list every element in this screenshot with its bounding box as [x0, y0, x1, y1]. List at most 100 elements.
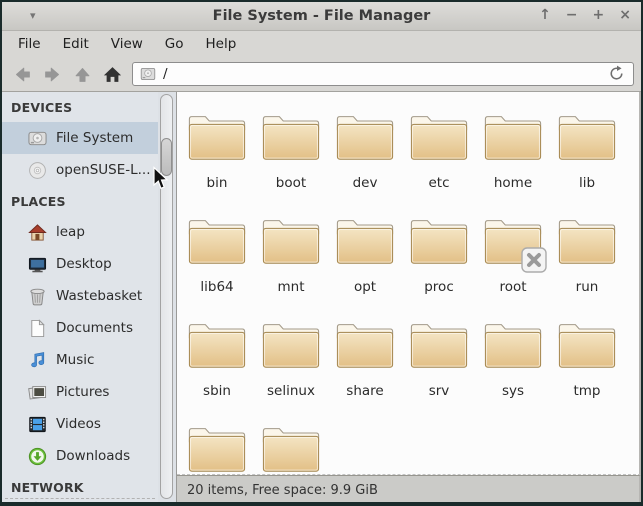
toolbar-up-button[interactable]	[67, 61, 97, 87]
menu-go[interactable]: Go	[154, 36, 195, 52]
sidebar-leap[interactable]: leap	[2, 216, 158, 248]
drive-icon	[140, 66, 156, 82]
folder-root[interactable]: root	[476, 214, 550, 318]
menu-edit[interactable]: Edit	[52, 36, 100, 52]
sidebar-downloads[interactable]: Downloads	[2, 440, 158, 472]
globe-icon	[27, 501, 45, 504]
maximize-icon[interactable]: +	[593, 2, 605, 29]
location-bar[interactable]: /	[132, 62, 634, 86]
folder-selinux[interactable]: selinux	[254, 318, 328, 422]
file-manager-window: ▾ File System - File Manager ↑−+× FileEd…	[0, 0, 643, 506]
back-icon	[12, 64, 32, 84]
location-path: /	[163, 66, 168, 82]
folder-sbin[interactable]: sbin	[180, 318, 254, 422]
toolbar-home-button[interactable]	[97, 61, 127, 87]
folder-grid: bin boot dev etc home	[177, 92, 639, 475]
content-area: DEVICES File System openSUSE-L... PLACES…	[2, 92, 641, 504]
sidebar-wastebasket[interactable]: Wastebasket	[2, 280, 158, 312]
monitor-icon	[27, 254, 47, 274]
folder-icon	[186, 318, 248, 371]
folder-icon	[556, 318, 618, 371]
scrollbar-thumb[interactable]	[161, 138, 172, 176]
folder-lib[interactable]: lib	[550, 110, 624, 214]
forward-icon	[42, 64, 62, 84]
network-item-partial[interactable]	[5, 498, 155, 504]
folder-sys[interactable]: sys	[476, 318, 550, 422]
folder-icon	[334, 318, 396, 371]
hard-drive-icon	[27, 128, 47, 148]
document-icon	[27, 318, 47, 338]
folder-icon	[482, 318, 544, 371]
sidebar-documents[interactable]: Documents	[2, 312, 158, 344]
optical-disc-icon	[27, 160, 47, 180]
folder-icon	[260, 110, 322, 163]
main-column: bin boot dev etc home	[177, 92, 641, 504]
window-controls: ↑−+ ×	[539, 2, 631, 29]
music-note-icon	[27, 350, 47, 370]
menubar: FileEditViewGoHelp	[2, 31, 641, 57]
home-icon	[102, 64, 122, 84]
sidebar-header-devices: DEVICES	[2, 92, 158, 122]
folder-unnamed[interactable]	[180, 422, 254, 475]
folder-icon	[482, 110, 544, 163]
folder-icon	[408, 214, 470, 267]
trash-icon	[27, 286, 47, 306]
toolbar: /	[2, 57, 641, 92]
folder-icon	[186, 110, 248, 163]
no-access-emblem-icon	[521, 247, 547, 273]
folder-icon	[186, 422, 248, 475]
folder-icon-view[interactable]: bin boot dev etc home	[177, 92, 641, 475]
folder-icon	[556, 110, 618, 163]
close-icon[interactable]: ×	[619, 2, 631, 29]
folder-srv[interactable]: srv	[402, 318, 476, 422]
folder-share[interactable]: share	[328, 318, 402, 422]
up-icon	[72, 64, 92, 84]
sidebar-scrollbar[interactable]	[158, 92, 177, 504]
folder-home[interactable]: home	[476, 110, 550, 214]
sidebar-videos[interactable]: Videos	[2, 408, 158, 440]
menu-file[interactable]: File	[7, 36, 52, 52]
folder-unnamed[interactable]	[254, 422, 328, 475]
refresh-icon[interactable]	[608, 65, 626, 83]
sidebar-opensuse-l[interactable]: openSUSE-L...	[2, 154, 158, 186]
folder-boot[interactable]: boot	[254, 110, 328, 214]
folder-run[interactable]: run	[550, 214, 624, 318]
picture-icon	[27, 382, 47, 402]
shade-window-icon[interactable]: ↑	[539, 2, 551, 29]
sidebar-header-places: PLACES	[2, 186, 158, 216]
folder-bin[interactable]: bin	[180, 110, 254, 214]
download-icon	[27, 446, 47, 466]
folder-icon	[334, 214, 396, 267]
folder-lib64[interactable]: lib64	[180, 214, 254, 318]
minimize-icon[interactable]: −	[566, 2, 578, 29]
folder-mnt[interactable]: mnt	[254, 214, 328, 318]
sidebar-music[interactable]: Music	[2, 344, 158, 376]
folder-proc[interactable]: proc	[402, 214, 476, 318]
folder-opt[interactable]: opt	[328, 214, 402, 318]
film-icon	[27, 414, 47, 434]
window-menu-icon[interactable]: ▾	[30, 2, 36, 29]
folder-icon	[260, 318, 322, 371]
toolbar-back-button[interactable]	[7, 61, 37, 87]
folder-icon	[408, 318, 470, 371]
statusbar-text: 20 items, Free space: 9.9 GiB	[187, 483, 378, 498]
folder-icon	[408, 110, 470, 163]
house-icon	[27, 222, 47, 242]
folder-tmp[interactable]: tmp	[550, 318, 624, 422]
folder-icon	[260, 214, 322, 267]
menu-help[interactable]: Help	[195, 36, 248, 52]
sidebar: DEVICES File System openSUSE-L... PLACES…	[2, 92, 158, 504]
folder-icon	[260, 422, 322, 475]
sidebar-pictures[interactable]: Pictures	[2, 376, 158, 408]
menu-view[interactable]: View	[100, 36, 154, 52]
folder-dev[interactable]: dev	[328, 110, 402, 214]
sidebar-desktop[interactable]: Desktop	[2, 248, 158, 280]
sidebar-file-system[interactable]: File System	[2, 122, 158, 154]
folder-etc[interactable]: etc	[402, 110, 476, 214]
toolbar-forward-button[interactable]	[37, 61, 67, 87]
titlebar[interactable]: ▾ File System - File Manager ↑−+×	[2, 2, 641, 31]
folder-icon	[556, 214, 618, 267]
statusbar: 20 items, Free space: 9.9 GiB	[177, 475, 641, 504]
folder-icon	[186, 214, 248, 267]
folder-icon	[334, 110, 396, 163]
